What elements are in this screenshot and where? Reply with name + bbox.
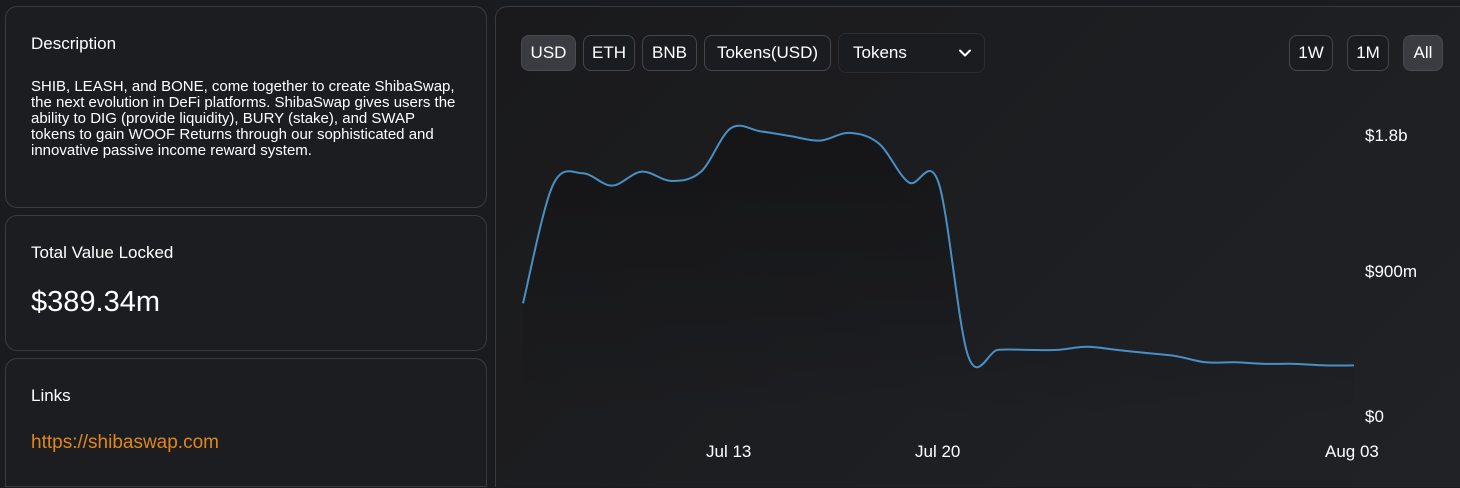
- links-title: Links: [31, 386, 71, 405]
- x-tick-label: Aug 03: [1325, 442, 1379, 461]
- x-tick-label: Jul 13: [706, 442, 752, 461]
- tvl-title: Total Value Locked: [31, 243, 174, 262]
- chart-area: [523, 125, 1354, 415]
- tvl-value: $389.34m: [31, 286, 160, 318]
- description-text: SHIB, LEASH, and BONE, come together to …: [31, 78, 456, 159]
- tvl-chart: [522, 124, 1355, 415]
- description-card: Description SHIB, LEASH, and BONE, come …: [5, 6, 487, 208]
- tvl-card: Total Value Locked $389.34m: [5, 215, 487, 351]
- y-tick-label: $1.8b: [1365, 126, 1408, 145]
- y-tick-label: $900m: [1365, 262, 1417, 281]
- website-link[interactable]: https://shibaswap.com: [31, 432, 219, 454]
- links-card: Links https://shibaswap.com: [5, 358, 487, 487]
- chart-card: USD ETH BNB Tokens(USD) Tokens 1W 1M All…: [495, 6, 1460, 487]
- y-tick-label: $0: [1365, 407, 1384, 426]
- description-title: Description: [31, 34, 117, 53]
- x-tick-label: Jul 20: [915, 442, 961, 461]
